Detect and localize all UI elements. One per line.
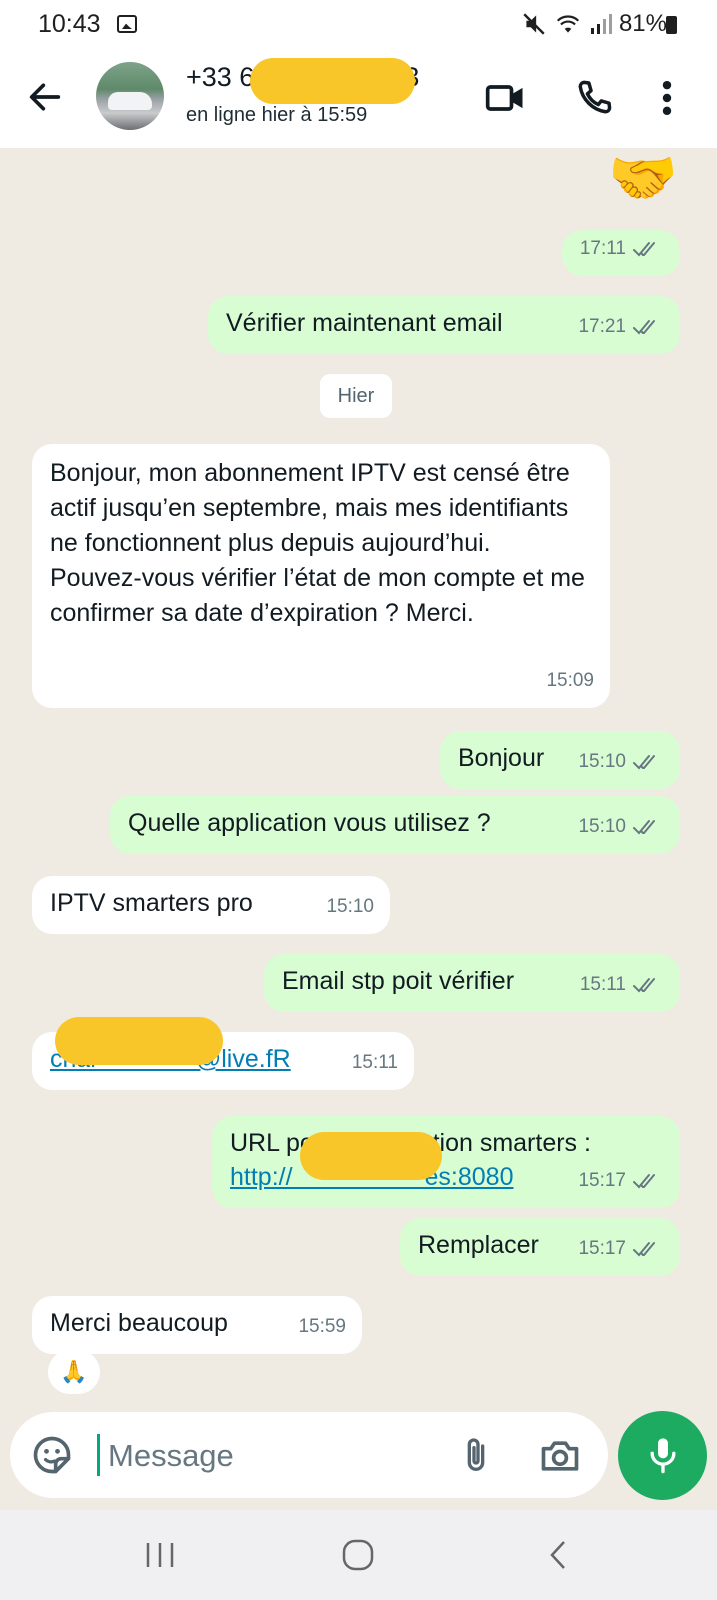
message-bubble-incoming[interactable]: Bonjour, mon abonnement IPTV est censé ê…: [32, 444, 610, 708]
double-check-icon: [633, 977, 655, 992]
message-time: 15:10: [326, 896, 374, 917]
message-meta: 15:17: [578, 1231, 664, 1266]
message-time: 15:59: [298, 1316, 346, 1337]
message-bubble-outgoing[interactable]: 17:11: [562, 230, 680, 276]
gallery-icon: [117, 15, 137, 33]
message-time: 15:10: [578, 816, 626, 837]
recents-icon: [146, 1543, 174, 1567]
message-text: Merci beaucoup: [50, 1309, 228, 1337]
message-time: 15:17: [578, 1238, 626, 1259]
double-check-icon: [633, 754, 655, 769]
back-arrow-icon: [29, 83, 61, 111]
message-bubble-outgoing[interactable]: Email stp poit vérifier 15:11: [264, 954, 680, 1012]
camera-icon: [541, 1441, 579, 1471]
message-meta: 15:11: [580, 967, 664, 1002]
message-bubble-incoming[interactable]: IPTV smarters pro 15:10: [32, 876, 390, 934]
status-icons: 81%: [521, 10, 667, 38]
message-time: 17:11: [579, 238, 626, 259]
sticker-button[interactable]: [30, 1433, 74, 1477]
voice-call-button[interactable]: [572, 76, 616, 120]
double-check-icon: [633, 241, 655, 256]
mic-icon: [650, 1438, 676, 1474]
video-call-button[interactable]: [484, 76, 528, 120]
system-nav-bar: [0, 1510, 717, 1600]
message-meta: 15:10: [578, 744, 664, 779]
double-check-icon: [633, 819, 655, 834]
date-separator: Hier: [320, 374, 392, 418]
message-time: 15:11: [579, 974, 626, 995]
chat-header: +33 6 43 en ligne hier à 15:59: [0, 50, 717, 148]
message-time: 15:10: [578, 751, 626, 772]
message-text: Remplacer: [418, 1231, 539, 1259]
message-bubble-outgoing[interactable]: Remplacer 15:17: [400, 1218, 680, 1276]
message-time: 15:11: [351, 1052, 398, 1073]
wifi-icon: [556, 15, 580, 33]
sticker-icon: [33, 1436, 71, 1474]
car-image: [108, 92, 152, 110]
message-input[interactable]: [108, 1436, 428, 1476]
phone-icon: [578, 80, 612, 114]
double-check-icon: [633, 1174, 655, 1189]
more-vert-icon: [662, 80, 672, 116]
message-text: Email stp poit vérifier: [282, 967, 515, 995]
message-meta: 15:59: [298, 1309, 346, 1344]
message-composer: [10, 1412, 608, 1498]
message-text: Bonjour, mon abonnement IPTV est censé ê…: [50, 459, 585, 627]
video-call-icon: [485, 85, 523, 111]
chat-area[interactable]: 🤝 17:11 Vérifier maintenant email 17:21 …: [0, 148, 717, 1508]
mute-icon: [523, 13, 545, 35]
attach-button[interactable]: [456, 1434, 496, 1478]
message-text: Vérifier maintenant email: [226, 309, 503, 337]
signal-icon: [590, 14, 612, 34]
nav-back-button[interactable]: [540, 1538, 580, 1572]
redaction-mark: [300, 1132, 442, 1180]
message-meta: 15:10: [326, 889, 374, 924]
message-bubble-outgoing[interactable]: Bonjour 15:10: [440, 731, 680, 789]
battery-percent: 81%: [618, 10, 667, 37]
message-text: Quelle application vous utilisez ?: [128, 809, 491, 837]
avatar[interactable]: [96, 62, 164, 130]
message-time: 17:21: [578, 316, 626, 337]
double-check-icon: [633, 319, 655, 334]
message-meta: 15:17: [578, 1164, 664, 1198]
message-bubble-incoming[interactable]: Merci beaucoup 15:59: [32, 1296, 362, 1354]
home-icon: [342, 1539, 374, 1571]
message-bubble-outgoing[interactable]: Vérifier maintenant email 17:21: [208, 296, 680, 354]
message-meta: 15:11: [352, 1045, 398, 1080]
message-meta: 15:09: [546, 663, 594, 698]
message-meta: 15:10: [578, 809, 664, 844]
attach-icon: [467, 1438, 485, 1471]
message-meta: 17:11: [580, 231, 664, 266]
message-meta: 17:21: [578, 309, 664, 344]
message-bubble-outgoing[interactable]: URL pour l'application smarters : http:/…: [212, 1116, 680, 1208]
last-seen-status: en ligne hier à 15:59: [186, 104, 368, 126]
redaction-mark: [55, 1017, 223, 1065]
camera-button[interactable]: [538, 1434, 582, 1478]
reaction-badge[interactable]: 🙏: [48, 1350, 100, 1394]
battery-icon: [666, 16, 677, 34]
redaction-mark: [250, 58, 415, 104]
message-text: IPTV smarters pro: [50, 889, 253, 917]
status-time: 10:43: [38, 10, 101, 38]
message-time: 15:17: [578, 1170, 626, 1191]
message-bubble-outgoing[interactable]: Quelle application vous utilisez ? 15:10: [110, 796, 680, 854]
back-button[interactable]: [25, 75, 65, 119]
text-cursor: [97, 1434, 100, 1476]
message-time: 15:09: [546, 670, 594, 691]
recents-button[interactable]: [140, 1538, 180, 1572]
home-button[interactable]: [338, 1538, 378, 1572]
back-icon: [550, 1541, 565, 1569]
sticker-handshake[interactable]: 🤝: [608, 148, 678, 208]
double-check-icon: [633, 1241, 655, 1256]
message-text: Bonjour: [458, 744, 545, 772]
message-text: URL pour l'application smarters :: [230, 1129, 591, 1157]
status-bar: 10:43 81%: [0, 0, 717, 50]
voice-record-button[interactable]: [618, 1411, 707, 1500]
more-options-button[interactable]: [652, 76, 682, 120]
